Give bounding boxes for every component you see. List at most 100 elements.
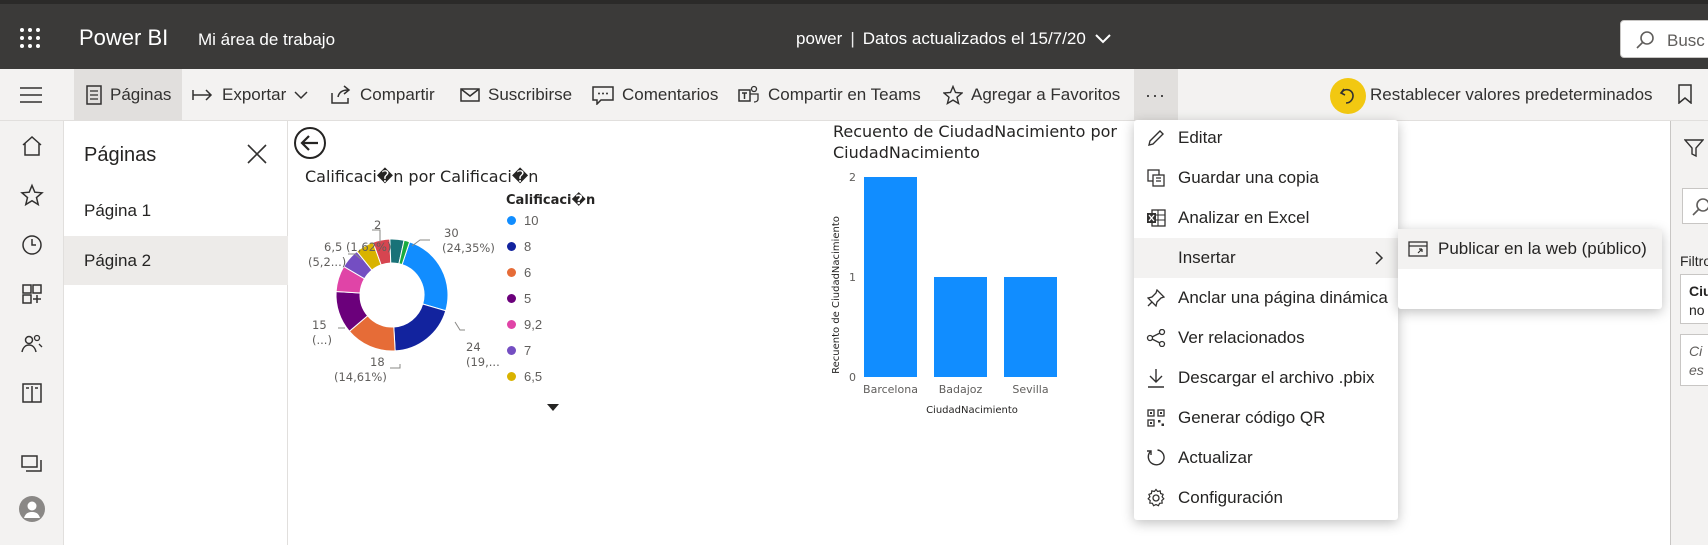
chevron-right-icon: [1375, 251, 1384, 265]
bar-chart[interactable]: Recuento de CiudadNacimiento 0 1 2 Barcelo…: [828, 165, 1108, 425]
search-icon: [1636, 31, 1654, 49]
donut-label: (14,61%): [334, 370, 387, 384]
filter-card-title: Ci: [1689, 343, 1703, 359]
window-top-edge: [0, 0, 1708, 4]
workspace-link[interactable]: Mi área de trabajo: [198, 30, 335, 50]
donut-label: 6,5 (1,62%): [324, 240, 391, 254]
report-info[interactable]: power | Datos actualizados el 15/7/20: [796, 29, 1112, 49]
comments-button-label: Comentarios: [622, 85, 719, 104]
legend-item[interactable]: 5: [507, 289, 531, 307]
donut-label: 24: [466, 340, 481, 354]
donut-chart[interactable]: 30 (24,35%) 24 (19,...) 18 (14,61%) 15 (…: [300, 210, 500, 400]
legend-color-dot: [507, 241, 516, 251]
add-to-favorites-button[interactable]: Agregar a Favoritos: [943, 69, 1120, 121]
filter-card[interactable]: Ci es: [1680, 334, 1708, 386]
filter-card-subtitle: es: [1689, 362, 1704, 378]
teams-icon: [738, 85, 759, 103]
menu-item-view-related[interactable]: Ver relacionados: [1134, 318, 1398, 358]
legend-item[interactable]: 8: [507, 237, 531, 255]
legend-item[interactable]: 6,5: [507, 367, 542, 385]
publish-to-web-label: Publicar en la web (público): [1438, 239, 1647, 258]
subscribe-button[interactable]: Suscribirse: [460, 69, 572, 121]
legend-item[interactable]: 6: [507, 263, 531, 281]
data-updated-text: Datos actualizados el 15/7/20: [862, 29, 1086, 48]
y-tick-label: 0: [849, 371, 856, 384]
apps-icon[interactable]: [20, 282, 44, 306]
bar[interactable]: [864, 177, 917, 377]
legend-color-dot: [507, 319, 516, 329]
menu-item-label: Generar código QR: [1178, 408, 1326, 427]
legend-label: 9,2: [524, 316, 543, 332]
search-input[interactable]: Busc: [1620, 20, 1708, 58]
share-in-teams-button[interactable]: Compartir en Teams: [738, 69, 921, 121]
bar[interactable]: [934, 277, 987, 377]
bar-chart-title-line2: CiudadNacimiento: [833, 143, 980, 162]
donut-label: (24,35%): [442, 241, 495, 255]
back-arrow-icon[interactable]: [293, 126, 327, 160]
menu-item-label: Descargar el archivo .pbix: [1178, 368, 1375, 387]
profile-avatar-icon[interactable]: [18, 495, 46, 523]
legend-item[interactable]: 10: [507, 211, 538, 229]
filter-card[interactable]: Ciu no: [1680, 274, 1708, 324]
share-in-teams-label: Compartir en Teams: [768, 85, 921, 104]
reset-icon-highlight[interactable]: [1330, 78, 1366, 114]
legend-color-dot: [507, 345, 516, 355]
pin-icon: [1147, 289, 1165, 307]
menu-item-label: Editar: [1178, 128, 1223, 147]
excel-icon: [1147, 209, 1166, 227]
app-launcher-icon[interactable]: [20, 28, 40, 48]
legend-more-arrow-icon[interactable]: [547, 404, 559, 411]
shared-with-me-icon[interactable]: [20, 332, 44, 356]
share-icon: [331, 85, 351, 104]
favorites-star-icon[interactable]: [20, 183, 44, 207]
undo-icon: [1339, 88, 1354, 104]
report-separator: |: [850, 29, 855, 48]
bookmark-icon[interactable]: [1678, 84, 1692, 104]
recent-clock-icon[interactable]: [20, 233, 44, 257]
report-name: power: [796, 29, 843, 48]
donut-label: 15: [312, 318, 327, 332]
add-to-favorites-label: Agregar a Favoritos: [971, 85, 1121, 104]
menu-item-analyze-excel[interactable]: Analizar en Excel: [1134, 198, 1398, 238]
share-button[interactable]: Compartir: [330, 69, 435, 121]
legend-item[interactable]: 9,2: [507, 315, 542, 333]
menu-item-settings[interactable]: Configuración: [1134, 478, 1398, 518]
app-name[interactable]: Power BI: [79, 25, 168, 51]
search-icon: [1692, 198, 1708, 216]
menu-item-refresh[interactable]: Actualizar: [1134, 438, 1398, 478]
page-item-2[interactable]: Página 2: [64, 236, 288, 285]
comments-button[interactable]: Comentarios: [592, 69, 718, 121]
menu-item-download-pbix[interactable]: Descargar el archivo .pbix: [1134, 358, 1398, 398]
menu-item-insert[interactable]: Insertar: [1134, 238, 1398, 278]
donut-slice[interactable]: [393, 303, 447, 352]
legend-item[interactable]: 7: [507, 341, 531, 359]
close-icon[interactable]: [246, 143, 268, 165]
home-icon[interactable]: [20, 134, 44, 158]
pages-pane: [64, 121, 288, 545]
donut-label: 30: [444, 226, 459, 240]
search-placeholder: Busc: [1667, 31, 1705, 50]
refresh-icon: [1147, 449, 1165, 466]
filter-funnel-icon[interactable]: [1684, 138, 1704, 158]
filter-search-input[interactable]: [1682, 188, 1708, 224]
workspaces-icon[interactable]: [20, 452, 44, 476]
menu-item-edit[interactable]: Editar: [1134, 118, 1398, 158]
bar[interactable]: [1004, 277, 1057, 377]
export-button[interactable]: Exportar: [192, 69, 308, 121]
legend-title: Calificaci�n: [506, 193, 596, 208]
hamburger-menu-icon[interactable]: [19, 86, 43, 104]
pages-pane-title: Páginas: [84, 144, 157, 166]
pencil-icon: [1148, 130, 1164, 146]
subscribe-button-label: Suscribirse: [488, 85, 573, 104]
pages-button[interactable]: Páginas: [86, 69, 171, 121]
page-item-1[interactable]: Página 1: [64, 186, 288, 235]
learn-book-icon[interactable]: [20, 381, 44, 405]
menu-item-label: Configuración: [1178, 488, 1283, 507]
publish-to-web-item[interactable]: Publicar en la web (público): [1398, 229, 1662, 269]
document-icon: [86, 85, 102, 105]
reset-defaults-button[interactable]: Restablecer valores predeterminados: [1370, 69, 1653, 121]
filter-card-title: Ciu: [1689, 283, 1708, 299]
menu-item-pin-live-page[interactable]: Anclar una página dinámica: [1134, 278, 1398, 318]
menu-item-save-copy[interactable]: Guardar una copia: [1134, 158, 1398, 198]
menu-item-generate-qr[interactable]: Generar código QR: [1134, 398, 1398, 438]
